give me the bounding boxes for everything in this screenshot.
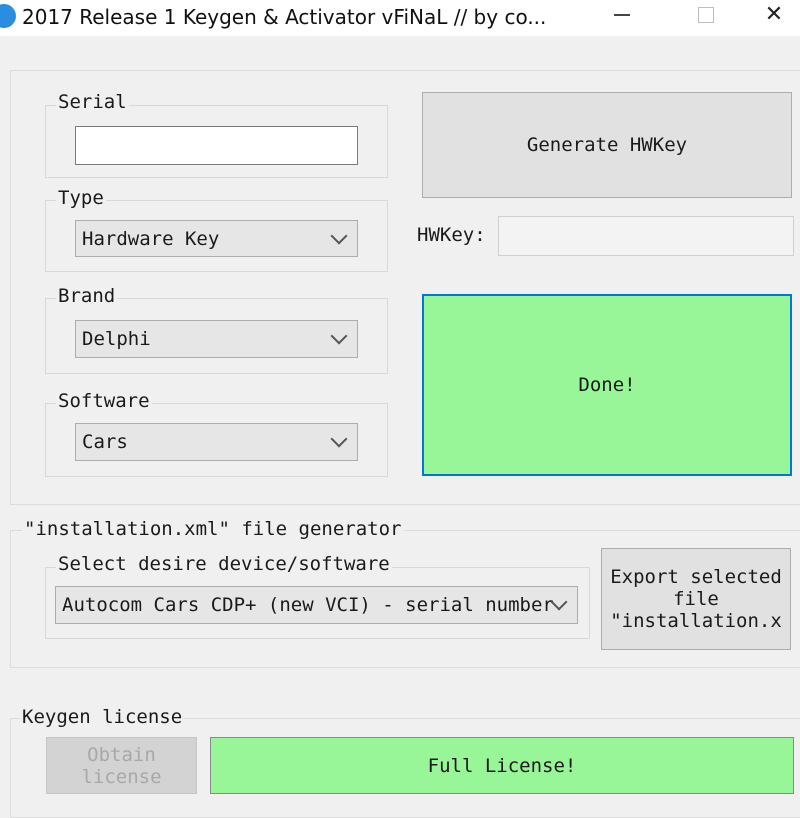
generate-hwkey-button[interactable]: Generate HWKey bbox=[422, 92, 792, 198]
minimize-button[interactable] bbox=[592, 0, 652, 30]
chevron-down-icon bbox=[330, 430, 348, 448]
close-button[interactable]: ✕ bbox=[744, 0, 800, 30]
brand-select[interactable]: Delphi bbox=[75, 320, 358, 358]
maximize-icon bbox=[698, 7, 714, 23]
chevron-down-icon bbox=[550, 593, 568, 611]
title-bar: 2017 Release 1 Keygen & Activator vFiNaL… bbox=[0, 0, 800, 36]
device-select-label: Select desire device/software bbox=[56, 553, 392, 575]
device-select[interactable]: Autocom Cars CDP+ (new VCI) - serial num… bbox=[55, 586, 578, 624]
serial-label: Serial bbox=[56, 91, 129, 113]
window-title: 2017 Release 1 Keygen & Activator vFiNaL… bbox=[22, 5, 547, 29]
brand-select-value: Delphi bbox=[82, 328, 151, 350]
type-select[interactable]: Hardware Key bbox=[75, 220, 358, 257]
chevron-down-icon bbox=[330, 227, 348, 244]
software-label: Software bbox=[56, 390, 152, 412]
hwkey-label: HWKey: bbox=[417, 224, 486, 246]
software-select-value: Cars bbox=[82, 431, 128, 453]
hwkey-output[interactable] bbox=[498, 216, 794, 256]
minimize-icon bbox=[614, 14, 630, 16]
obtain-license-button[interactable]: Obtain license bbox=[46, 737, 197, 794]
chevron-down-icon bbox=[330, 327, 348, 345]
export-installation-button[interactable]: Export selected file "installation.x bbox=[601, 548, 791, 650]
close-icon: ✕ bbox=[764, 2, 784, 27]
serial-input[interactable] bbox=[75, 126, 358, 165]
brand-label: Brand bbox=[56, 285, 118, 307]
app-icon bbox=[0, 4, 16, 28]
installation-group-label: "installation.xml" file generator bbox=[22, 518, 404, 540]
status-panel[interactable]: Done! bbox=[422, 294, 792, 476]
software-select[interactable]: Cars bbox=[75, 423, 358, 461]
full-license-button[interactable]: Full License! bbox=[210, 737, 794, 794]
type-label: Type bbox=[56, 187, 106, 209]
maximize-button[interactable] bbox=[676, 0, 736, 30]
device-select-value: Autocom Cars CDP+ (new VCI) - serial num… bbox=[62, 594, 553, 616]
type-select-value: Hardware Key bbox=[82, 227, 220, 250]
license-group-label: Keygen license bbox=[20, 706, 185, 728]
